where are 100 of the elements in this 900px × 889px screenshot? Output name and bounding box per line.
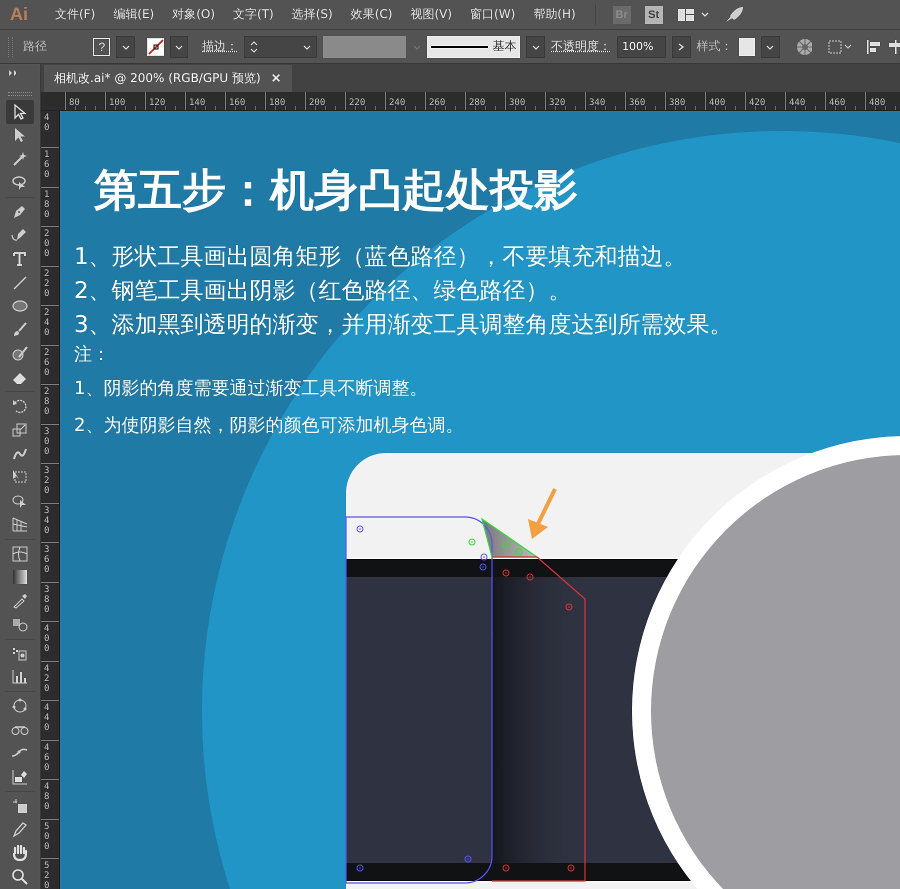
- chevron-right-icon: [677, 42, 686, 52]
- ruler-label: 520: [44, 860, 50, 889]
- ruler-label: 420: [749, 98, 766, 108]
- recolor-wheel-icon[interactable]: [796, 38, 812, 56]
- ruler-label: 220: [349, 98, 366, 108]
- brush-dropdown[interactable]: [526, 36, 546, 58]
- stroke-dropdown[interactable]: [170, 36, 188, 58]
- zoom-icon: [11, 868, 29, 886]
- menu-item[interactable]: 文字(T): [224, 6, 283, 23]
- stock-button[interactable]: St: [644, 6, 663, 24]
- ruler-label: 120: [149, 98, 166, 108]
- spinner-arrows-icon[interactable]: [249, 38, 260, 54]
- ruler-label: 440: [44, 702, 50, 735]
- scale-icon: [11, 421, 29, 440]
- knife-icon: [11, 820, 29, 838]
- note-text: 1、阴影的角度需要通过渐变工具不断调整。: [74, 377, 428, 401]
- ruler-label: 240: [44, 307, 50, 340]
- ruler-label: 200: [309, 98, 326, 108]
- ruler-label: 140: [189, 98, 206, 108]
- ruler-label: 240: [389, 98, 406, 108]
- ruler-label: 320: [549, 98, 566, 108]
- chevron-down-icon: [765, 42, 776, 50]
- menu-item[interactable]: 帮助(H): [524, 6, 585, 23]
- ruler-label: 360: [44, 544, 50, 577]
- ruler-label: 480: [44, 781, 50, 814]
- chevron-down-icon: [302, 42, 312, 50]
- fill-swatch[interactable]: ?: [93, 38, 110, 56]
- menu-item[interactable]: 视图(V): [401, 6, 462, 23]
- document-tab[interactable]: 相机改.ai* @ 200% (RGB/GPU 预览) ×: [44, 65, 292, 92]
- app-logo: Ai: [10, 4, 28, 25]
- blob-brush-icon: [11, 344, 29, 363]
- ruler-label: 340: [589, 98, 606, 108]
- ruler-label: 400: [709, 98, 726, 108]
- bar-graph-icon: [11, 668, 29, 686]
- ruler-label: 100: [109, 98, 126, 108]
- ruler-label: 380: [669, 98, 686, 108]
- menu-item[interactable]: 窗口(W): [461, 6, 524, 23]
- puppet-warp-icon: [11, 696, 29, 715]
- ruler-label: 320: [44, 465, 50, 498]
- document-title: 相机改.ai* @ 200% (RGB/GPU 预览): [54, 70, 261, 87]
- ruler-label: 420: [44, 662, 50, 696]
- style-dropdown[interactable]: [761, 36, 780, 58]
- instruction-text: 1、形状工具画出圆角矩形（蓝色路径），不要填充和描边。: [74, 243, 688, 272]
- ruler-label: 160: [229, 98, 246, 108]
- ruler-label: 380: [44, 584, 50, 616]
- chevron-down-icon: [120, 42, 131, 50]
- stroke-weight-field[interactable]: [244, 36, 317, 58]
- chevron-down-icon: [174, 42, 184, 50]
- stroke-label[interactable]: 描边：: [202, 38, 238, 55]
- menu-item[interactable]: 文件(F): [46, 6, 104, 23]
- align-left-icon[interactable]: [866, 38, 883, 54]
- transform-bounds-icon[interactable]: [828, 38, 854, 54]
- type-icon: [11, 250, 29, 268]
- menu-item[interactable]: 对象(O): [163, 6, 224, 23]
- mesh-icon: [11, 544, 29, 563]
- ruler-label: 260: [44, 346, 50, 380]
- magic-wand-icon: [11, 150, 29, 168]
- ruler-label: 180: [269, 98, 286, 108]
- instruction-text: 2、钢笔工具画出阴影（红色路径、绿色路径）。: [74, 277, 573, 306]
- opacity-field[interactable]: 100%: [617, 36, 666, 58]
- note-label: 注：: [74, 343, 111, 367]
- selection-arrow-tool[interactable]: [6, 100, 34, 124]
- selection-label: 路径: [22, 38, 48, 55]
- ruler-label: 400: [44, 623, 50, 656]
- ruler-label: 280: [469, 98, 486, 108]
- menu-item[interactable]: 效果(C): [342, 6, 402, 23]
- stroke-swatch[interactable]: [146, 38, 164, 56]
- opacity-label[interactable]: 不透明度：: [551, 38, 612, 55]
- hand-icon: [11, 844, 29, 862]
- note-text: 2、为使阴影自然，阴影的颜色可添加机身色调。: [74, 414, 464, 438]
- ruler-label: 500: [44, 820, 50, 854]
- ruler-label: 480: [869, 98, 886, 108]
- opacity-expand-button[interactable]: [672, 36, 691, 58]
- ruler-label: 40: [44, 112, 50, 135]
- line-segment-icon: [11, 274, 29, 292]
- ruler-label: 460: [829, 98, 846, 108]
- ruler-label: 340: [44, 504, 50, 538]
- eyedropper-icon: [11, 592, 29, 610]
- pointer-arrow: [528, 488, 557, 539]
- style-label: 样式：: [696, 38, 733, 55]
- menu-item[interactable]: 选择(S): [282, 6, 342, 23]
- ruler-label: 300: [509, 98, 526, 108]
- ruler-label: 460: [44, 742, 50, 774]
- ruler-label: 360: [629, 98, 646, 108]
- ruler-label: 80: [69, 98, 80, 108]
- rotate-icon: [11, 397, 29, 416]
- fill-dropdown[interactable]: [116, 36, 135, 58]
- brush-stroke-field[interactable]: 基本: [427, 36, 520, 58]
- graphic-style-swatch[interactable]: [738, 38, 756, 56]
- artboard-icon: [11, 796, 29, 815]
- ruler-label: 200: [44, 228, 50, 261]
- menu-item[interactable]: 编辑(E): [104, 6, 164, 23]
- variable-width-profile-field[interactable]: [323, 36, 406, 58]
- ruler-label: 440: [789, 98, 806, 108]
- ruler-label: 220: [44, 268, 50, 300]
- ruler-label: 280: [44, 386, 50, 419]
- artboard-heading: 第五步：机身凸起处投影: [94, 164, 579, 218]
- ruler-label: 260: [429, 98, 446, 108]
- close-tab-button[interactable]: ×: [270, 71, 282, 86]
- align-center-icon[interactable]: [888, 38, 900, 54]
